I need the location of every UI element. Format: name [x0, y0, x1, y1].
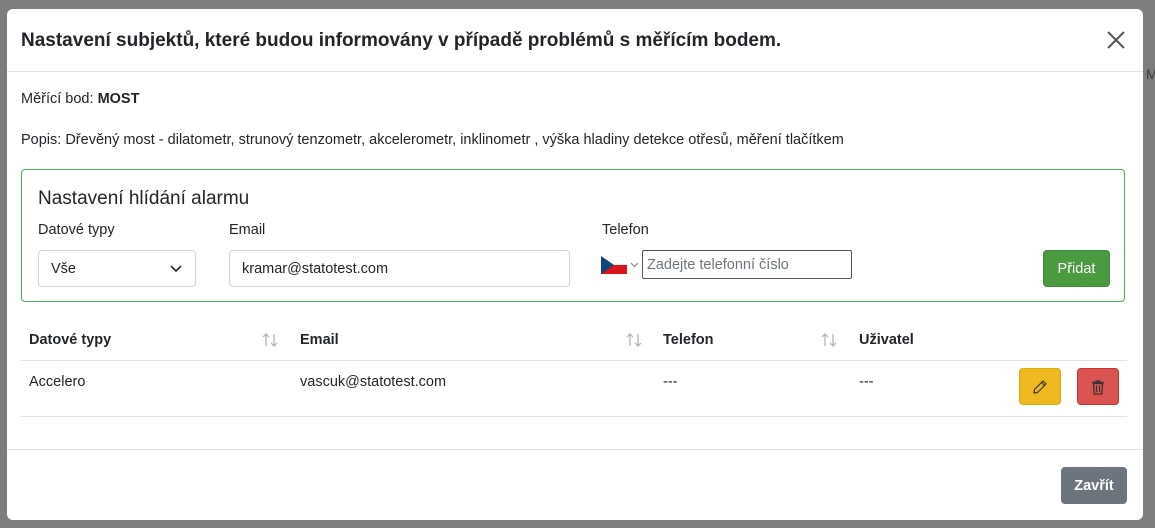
sort-icon[interactable] [262, 331, 278, 349]
add-button[interactable]: Přidat [1043, 250, 1110, 287]
header-email[interactable]: Email [300, 332, 339, 348]
measuring-point-value: MOST [97, 91, 140, 107]
phone-input[interactable] [642, 250, 852, 279]
cell-phone: --- [663, 374, 678, 390]
modal-footer: Zavřít [7, 449, 1143, 520]
measuring-point: Měřící bod: MOST [21, 91, 139, 107]
data-types-selected: Vše [51, 260, 76, 277]
description: Popis: Dřevěný most - dilatometr, struno… [21, 132, 844, 148]
header-phone[interactable]: Telefon [663, 332, 713, 348]
edit-button[interactable] [1019, 368, 1061, 405]
data-types-select[interactable]: Vše [38, 250, 196, 287]
table-header: Datové typy Email Telefon Uživatel [21, 321, 1127, 361]
sort-icon[interactable] [821, 331, 837, 349]
email-label: Email [229, 222, 266, 238]
modal-header: Nastavení subjektů, které budou informov… [7, 9, 1143, 72]
trash-icon [1092, 379, 1104, 395]
header-data-types[interactable]: Datové typy [29, 332, 111, 348]
chevron-down-icon [630, 262, 639, 268]
modal-title: Nastavení subjektů, které budou informov… [21, 30, 782, 51]
description-text: Popis: Dřevěný most - dilatometr, struno… [21, 132, 844, 148]
phone-label: Telefon [602, 222, 649, 238]
email-input[interactable] [229, 250, 570, 287]
close-icon [1107, 31, 1125, 49]
pencil-icon [1033, 379, 1047, 394]
cell-email: vascuk@statotest.com [300, 374, 447, 390]
delete-button[interactable] [1077, 368, 1119, 405]
czech-flag-icon [601, 256, 627, 274]
close-button[interactable]: Zavřít [1061, 467, 1127, 504]
background-page: M [1146, 66, 1155, 82]
cell-user: --- [859, 374, 874, 390]
alarm-panel-title: Nastavení hlídání alarmu [38, 188, 250, 209]
sort-icon[interactable] [626, 331, 642, 349]
phone-country-select[interactable] [601, 256, 639, 274]
data-types-label: Datové typy [38, 222, 115, 238]
alarm-settings-panel: Nastavení hlídání alarmu Datové typy Vše… [21, 169, 1125, 302]
notification-settings-modal: Nastavení subjektů, které budou informov… [7, 9, 1143, 520]
chevron-down-icon [170, 264, 182, 272]
cell-data-types: Accelero [29, 374, 86, 390]
header-user: Uživatel [859, 332, 914, 348]
measuring-point-label: Měřící bod: [21, 91, 98, 107]
modal-close-button[interactable] [1103, 27, 1129, 53]
table-row: Accelero vascuk@statotest.com --- --- [21, 361, 1127, 417]
